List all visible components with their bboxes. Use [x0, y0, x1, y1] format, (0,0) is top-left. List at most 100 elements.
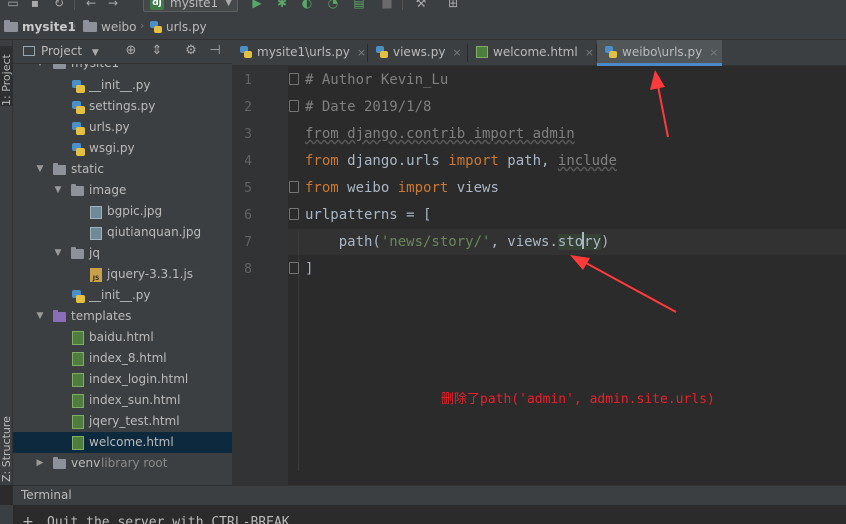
python-file-icon	[72, 290, 85, 303]
close-icon[interactable]: ×	[452, 46, 461, 59]
line-number: 1	[244, 73, 252, 88]
tree-file[interactable]: __init__.py	[13, 285, 232, 306]
tree-item-label: settings.py	[89, 99, 156, 113]
breadcrumb-folder-label: weibo	[101, 20, 137, 34]
folder-icon	[83, 20, 97, 32]
expand-arrow-icon[interactable]: ▼	[53, 180, 63, 201]
fold-marker-icon[interactable]	[289, 100, 299, 112]
project-panel-title: Project	[41, 44, 83, 58]
identifier-highlight: ry	[584, 234, 602, 250]
sync-icon[interactable]: ↻	[52, 0, 66, 10]
library-root-label: library root	[101, 456, 168, 470]
tree-file[interactable]: urls.py	[13, 117, 232, 138]
debug-icon[interactable]: ✱	[275, 0, 289, 10]
terminal-panel[interactable]: + Quit the server with CTRL-BREAK.	[0, 505, 846, 524]
tree-file[interactable]: settings.py	[13, 96, 232, 117]
concurrency-icon[interactable]: ▤	[352, 0, 366, 10]
tree-folder-jq[interactable]: ▼ jq	[13, 243, 232, 264]
gear-icon[interactable]: ⚙	[183, 43, 199, 59]
tab-label: welcome.html	[493, 45, 578, 59]
settings-wrench-icon[interactable]: ⚒	[414, 0, 428, 10]
tree-item-label: urls.py	[89, 120, 130, 134]
breadcrumb-file[interactable]: urls.py	[150, 19, 207, 35]
tool-tab-project[interactable]: 1: Project	[0, 46, 13, 106]
html-file-icon	[72, 415, 84, 429]
tree-item-label: __init__.py	[89, 288, 151, 302]
tree-file[interactable]: jqery_test.html	[13, 411, 232, 432]
code-line-7: path('news/story/', views.story)	[305, 229, 609, 256]
tree-file[interactable]: baidu.html	[13, 327, 232, 348]
code-text: weibo	[338, 180, 398, 196]
close-icon[interactable]: ×	[709, 46, 718, 59]
profile-icon[interactable]: ◔	[326, 0, 340, 10]
fold-marker-icon[interactable]	[289, 208, 299, 220]
image-file-icon	[90, 206, 102, 219]
tree-file[interactable]: JS jquery-3.3.1.js	[13, 264, 232, 285]
expand-arrow-icon[interactable]: ▼	[53, 243, 63, 264]
tool-tab-structure[interactable]: Z: Structure	[0, 416, 13, 482]
tree-folder-venv[interactable]: ▶ venv library root	[13, 453, 232, 474]
collapse-arrow-icon[interactable]: ▶	[35, 453, 45, 474]
comment-text: # Date 2019/1/8	[305, 99, 432, 115]
project-structure-icon[interactable]: ⊞	[446, 0, 460, 10]
stop-icon[interactable]: ■	[380, 0, 394, 10]
back-icon[interactable]: ←	[84, 0, 98, 10]
save-icon[interactable]: ▪	[28, 0, 42, 10]
run-config-select[interactable]: dj mysite1 ▼	[143, 0, 238, 12]
project-panel-header: Project ▼ ⊕ ⇕ ⚙ ⊣	[13, 40, 232, 64]
tab-welcome-html[interactable]: welcome.html ×	[468, 40, 595, 66]
tree-item-label: qiutianquan.jpg	[107, 225, 202, 239]
expand-arrow-icon[interactable]: ▼	[35, 159, 45, 180]
tree-file[interactable]: qiutianquan.jpg	[13, 222, 232, 243]
tree-file[interactable]: wsgi.py	[13, 138, 232, 159]
breadcrumb-project[interactable]: mysite1	[4, 19, 76, 35]
open-folder-icon[interactable]: ▭	[6, 0, 20, 10]
tree-item-label: index_sun.html	[89, 393, 181, 407]
image-file-icon	[90, 227, 102, 240]
code-text: ]	[305, 261, 314, 277]
python-file-icon	[240, 46, 252, 58]
tree-file[interactable]: index_login.html	[13, 369, 232, 390]
breadcrumb-folder[interactable]: weibo	[83, 19, 137, 35]
tab-mysite1-urls[interactable]: mysite1\urls.py ×	[232, 40, 366, 66]
tree-folder-image[interactable]: ▼ image	[13, 180, 232, 201]
templates-folder-icon	[53, 310, 66, 322]
fold-marker-icon[interactable]	[289, 262, 299, 274]
tab-weibo-urls[interactable]: weibo\urls.py ×	[597, 40, 722, 66]
tree-folder-templates[interactable]: ▼ templates	[13, 306, 232, 327]
folder-icon	[53, 64, 66, 69]
identifier-highlight: sto	[557, 234, 584, 250]
coverage-icon[interactable]: ◐	[300, 0, 314, 10]
hide-panel-icon[interactable]: ⊣	[207, 43, 223, 59]
tree-file[interactable]: bgpic.jpg	[13, 201, 232, 222]
fold-marker-icon[interactable]	[289, 73, 299, 85]
keyword-text: import	[397, 180, 449, 196]
chevron-down-icon: ▼	[91, 48, 99, 58]
tree-file[interactable]: __init__.py	[13, 75, 232, 96]
tree-item-label: mysite1	[71, 64, 119, 74]
tree-file[interactable]: index_8.html	[13, 348, 232, 369]
tree-file[interactable]: index_sun.html	[13, 390, 232, 411]
forward-icon[interactable]: →	[106, 0, 120, 10]
tree-folder-static[interactable]: ▼ static	[13, 159, 232, 180]
close-icon[interactable]: ×	[585, 46, 594, 59]
terminal-title[interactable]: Terminal	[21, 488, 72, 502]
editor-tabs: mysite1\urls.py × views.py × welcome.html ×…	[232, 40, 846, 66]
python-file-icon	[72, 101, 85, 114]
collapse-all-icon[interactable]: ⇕	[149, 43, 165, 59]
close-icon[interactable]: ×	[357, 46, 366, 59]
red-annotation-text: 删除了path('admin', admin.site.urls)	[441, 392, 715, 407]
expand-arrow-icon[interactable]: ▼	[35, 64, 45, 74]
fold-marker-icon[interactable]	[289, 181, 299, 193]
python-file-icon	[376, 46, 388, 58]
expand-arrow-icon[interactable]: ▼	[35, 306, 45, 327]
tree-file-selected[interactable]: welcome.html	[13, 432, 232, 453]
code-editor[interactable]: 1 2 3 4 5 6 7 8 # Author Kevin_Lu # Date…	[232, 66, 846, 485]
new-terminal-icon[interactable]: +	[22, 514, 34, 524]
project-view-select[interactable]: Project ▼	[23, 44, 99, 58]
tree-folder-mysite1[interactable]: ▼ mysite1	[13, 64, 232, 74]
locate-file-icon[interactable]: ⊕	[123, 43, 139, 59]
tree-item-label: baidu.html	[89, 330, 154, 344]
run-icon[interactable]: ▶	[250, 0, 264, 10]
tab-views[interactable]: views.py ×	[368, 40, 466, 66]
